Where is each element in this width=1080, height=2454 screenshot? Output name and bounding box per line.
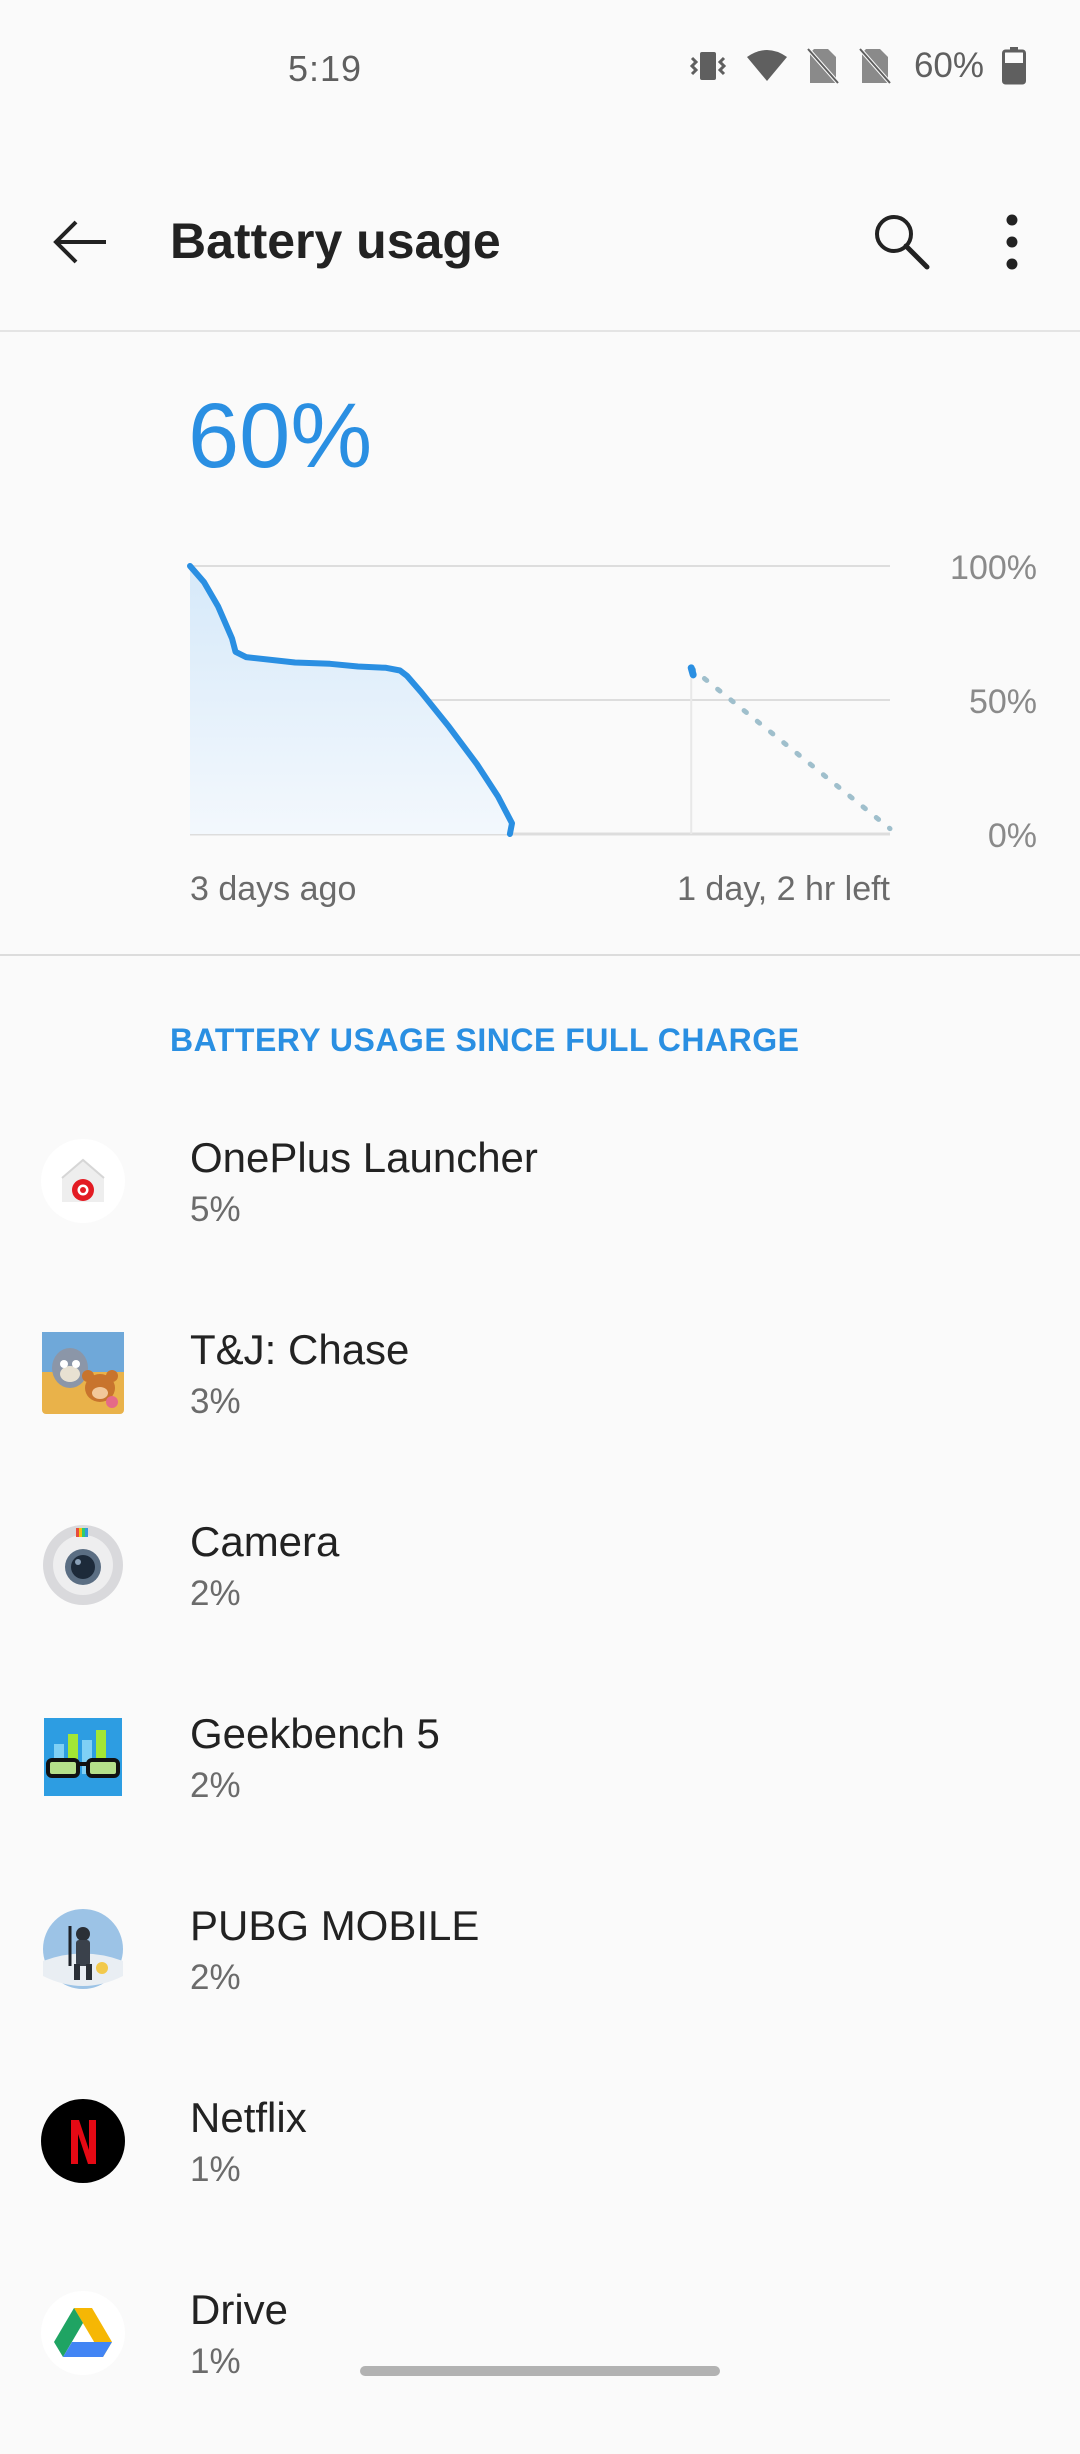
app-name: Drive	[190, 2286, 289, 2333]
gesture-nav-handle[interactable]	[360, 2366, 720, 2376]
app-name: Camera	[190, 1518, 340, 1565]
app-usage: 2%	[190, 1766, 241, 1805]
search-button[interactable]	[862, 202, 942, 282]
x-start-label: 3 days ago	[190, 870, 356, 908]
app-usage: 5%	[190, 1190, 241, 1229]
app-row-oneplus-launcher[interactable]: OnePlus Launcher 5%	[0, 1110, 1080, 1302]
y-tick-label: 100%	[950, 549, 1037, 587]
app-name: Geekbench 5	[190, 1710, 440, 1757]
more-vert-icon	[1006, 214, 1018, 270]
app-name: PUBG MOBILE	[190, 1902, 480, 1949]
tom-and-jerry-chase-icon	[40, 1330, 126, 1416]
battery-chart: 100% 50% 0% 3 days ago 1 day, 2 hr left	[0, 540, 1080, 960]
status-bar: 5:19 60%	[0, 0, 1080, 140]
app-list: OnePlus Launcher 5% T&J: Chase 3% Camera…	[0, 1110, 1080, 2454]
app-row-geekbench-5[interactable]: Geekbench 5 2%	[0, 1686, 1080, 1878]
more-options-button[interactable]	[972, 202, 1052, 282]
geekbench-icon	[40, 1714, 126, 1800]
app-row-camera[interactable]: Camera 2%	[0, 1494, 1080, 1686]
camera-icon	[40, 1522, 126, 1608]
app-name: T&J: Chase	[190, 1326, 410, 1373]
app-usage: 3%	[190, 1382, 241, 1421]
arrow-left-icon	[53, 220, 106, 264]
projection-start-marker	[687, 664, 697, 679]
status-icons: 60%	[688, 46, 1026, 86]
app-bar: Battery usage	[0, 140, 1080, 332]
y-tick-label: 50%	[969, 683, 1037, 721]
no-sim-icon	[806, 47, 840, 85]
app-name: OnePlus Launcher	[190, 1134, 538, 1181]
x-end-label: 1 day, 2 hr left	[677, 870, 890, 908]
battery-icon	[1002, 47, 1026, 85]
app-row-netflix[interactable]: Netflix 1%	[0, 2070, 1080, 2262]
app-row-drive[interactable]: Drive 1%	[0, 2262, 1080, 2454]
status-time: 5:19	[288, 48, 363, 89]
battery-level: 60%	[188, 385, 373, 487]
netflix-icon	[40, 2098, 126, 2184]
vibrate-icon	[688, 48, 728, 84]
y-tick-label: 0%	[988, 817, 1037, 855]
app-usage: 2%	[190, 1958, 241, 1997]
battery-projection-line	[688, 665, 893, 832]
app-usage: 1%	[190, 2150, 241, 2189]
oneplus-launcher-icon	[40, 1138, 126, 1224]
section-header: BATTERY USAGE SINCE FULL CHARGE	[170, 1022, 800, 1058]
app-row-tj-chase[interactable]: T&J: Chase 3%	[0, 1302, 1080, 1494]
status-battery-percent: 60%	[913, 46, 984, 85]
wifi-icon	[746, 49, 788, 83]
page-title: Battery usage	[170, 213, 501, 269]
divider	[0, 954, 1080, 956]
google-drive-icon	[40, 2290, 126, 2376]
battery-chart-svg: 100% 50% 0% 3 days ago 1 day, 2 hr left	[187, 549, 1037, 908]
app-name: Netflix	[190, 2094, 307, 2141]
back-button[interactable]	[40, 202, 120, 282]
app-usage: 2%	[190, 1574, 241, 1613]
search-icon	[875, 215, 930, 270]
app-usage: 1%	[190, 2342, 241, 2381]
no-sim-icon	[858, 47, 892, 85]
app-row-pubg-mobile[interactable]: PUBG MOBILE 2%	[0, 1878, 1080, 2070]
pubg-mobile-icon	[40, 1906, 126, 1992]
